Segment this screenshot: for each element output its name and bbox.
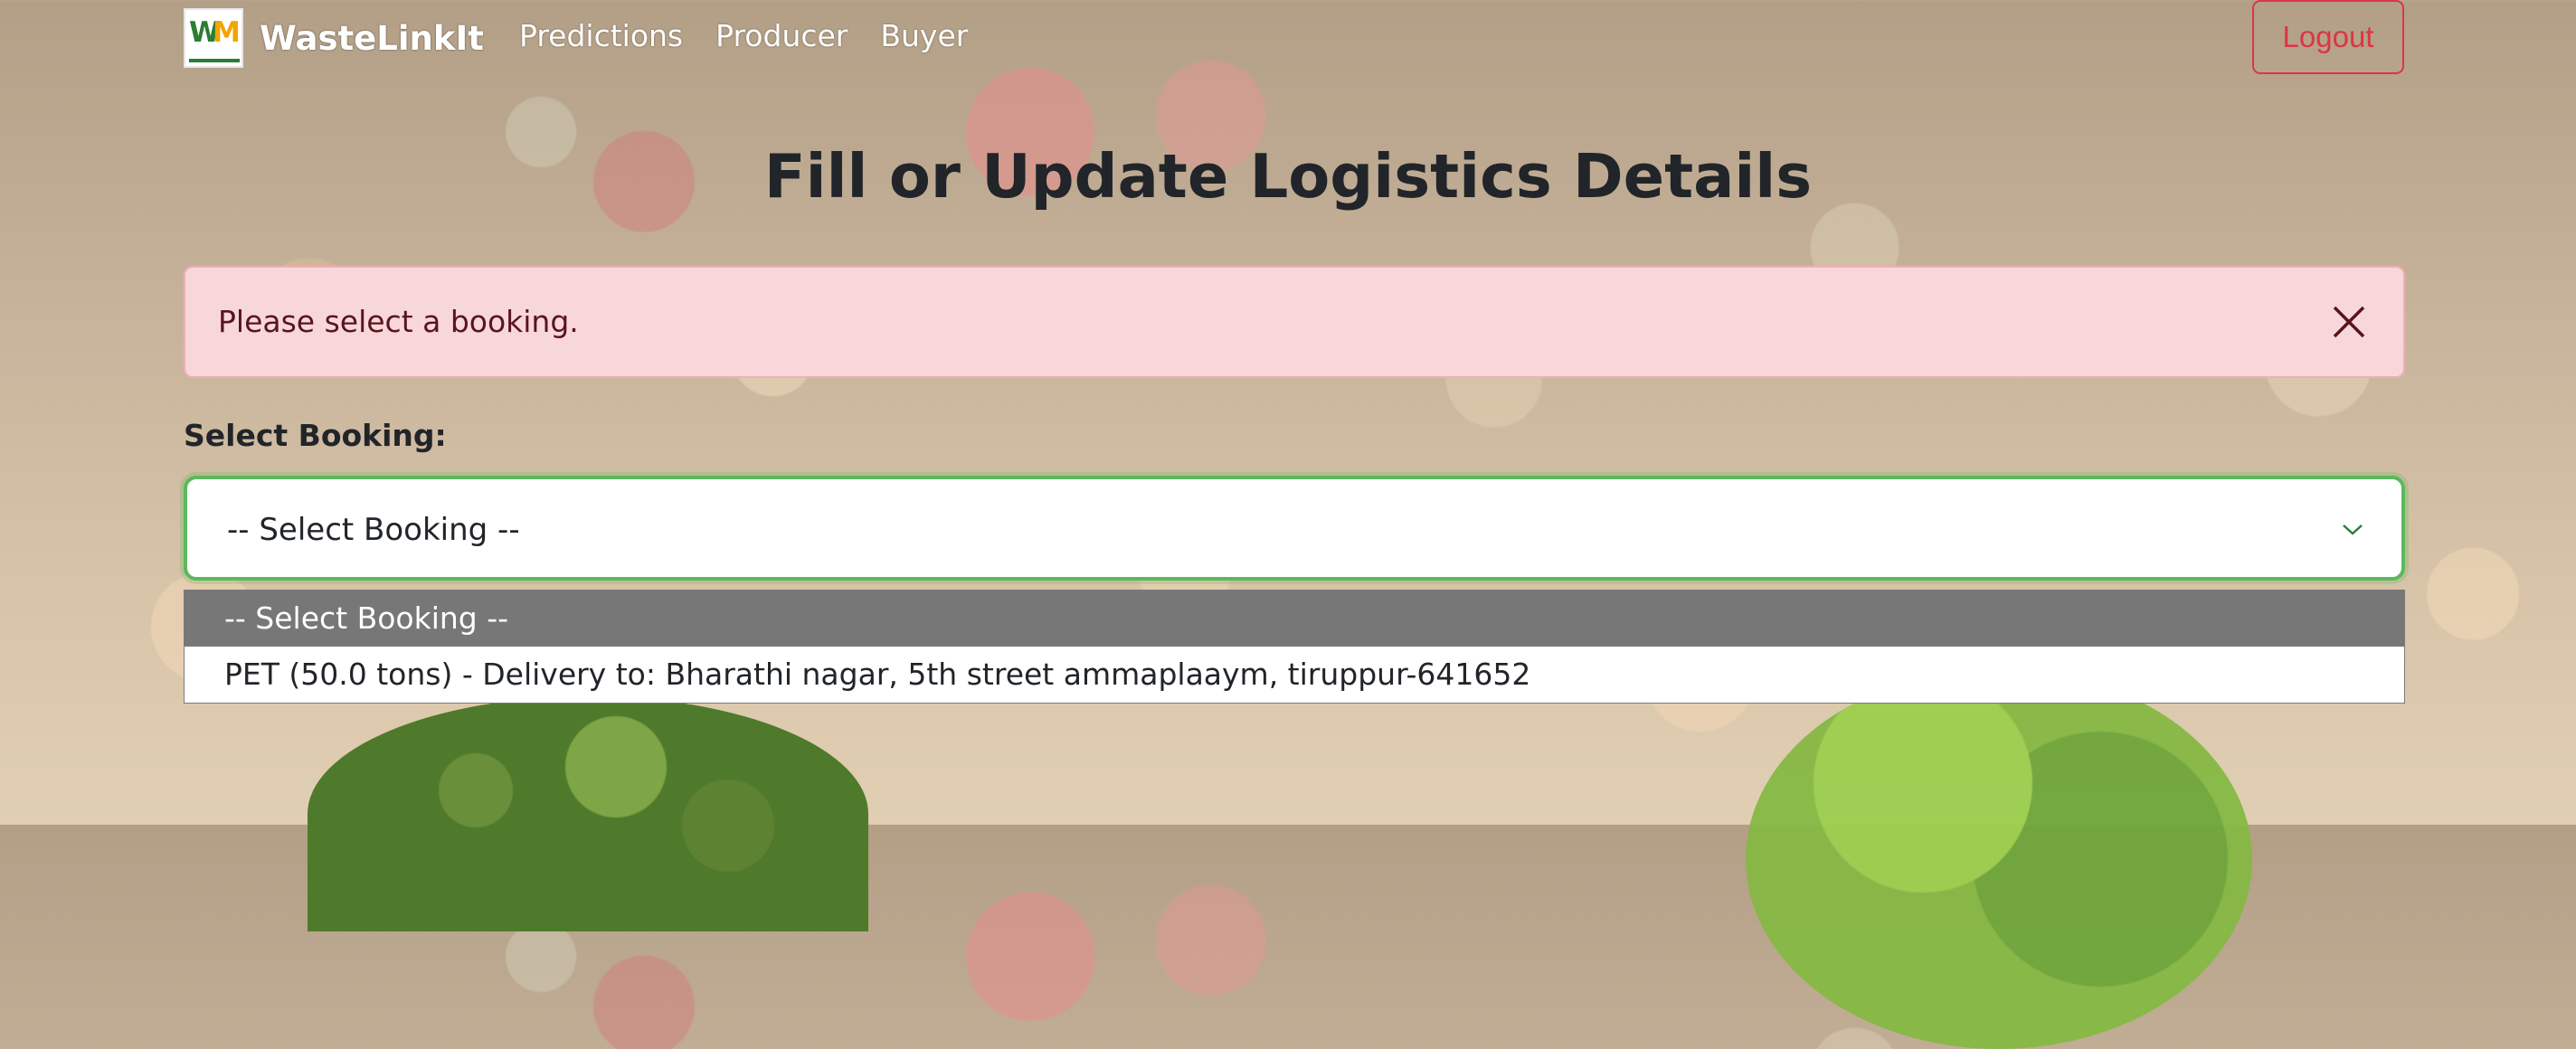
page-title: Fill or Update Logistics Details <box>763 141 1813 212</box>
brand-name[interactable]: WasteLinkIt <box>260 19 484 58</box>
close-icon[interactable] <box>2322 295 2376 349</box>
chevron-down-icon <box>2340 519 2365 539</box>
nav-link-producer[interactable]: Producer <box>715 18 848 53</box>
select-booking-label: Select Booking: <box>184 418 447 453</box>
nav-link-predictions[interactable]: Predictions <box>519 18 683 53</box>
background-globe-image <box>1746 669 2252 1049</box>
dropdown-option-placeholder[interactable]: -- Select Booking -- <box>185 591 2404 647</box>
logo-underline <box>189 59 240 62</box>
dropdown-option-booking[interactable]: PET (50.0 tons) - Delivery to: Bharathi … <box>185 647 2404 703</box>
alert-message: Please select a booking. <box>218 304 579 339</box>
nav-link-buyer[interactable]: Buyer <box>880 18 968 53</box>
brand[interactable]: W M WasteLinkIt <box>184 8 484 68</box>
booking-select-value: -- Select Booking -- <box>227 512 520 548</box>
logo-letter-m: M <box>213 16 241 49</box>
top-navbar: W M WasteLinkIt Predictions Producer Buy… <box>0 0 2576 78</box>
nav-links: Predictions Producer Buyer <box>519 18 968 53</box>
logout-button[interactable]: Logout <box>2252 0 2404 74</box>
background-tree-image <box>308 696 868 931</box>
brand-logo: W M <box>184 8 243 68</box>
booking-select[interactable]: -- Select Booking -- <box>184 476 2405 581</box>
error-alert: Please select a booking. <box>184 266 2405 378</box>
booking-dropdown-list: -- Select Booking -- PET (50.0 tons) - D… <box>184 590 2405 704</box>
